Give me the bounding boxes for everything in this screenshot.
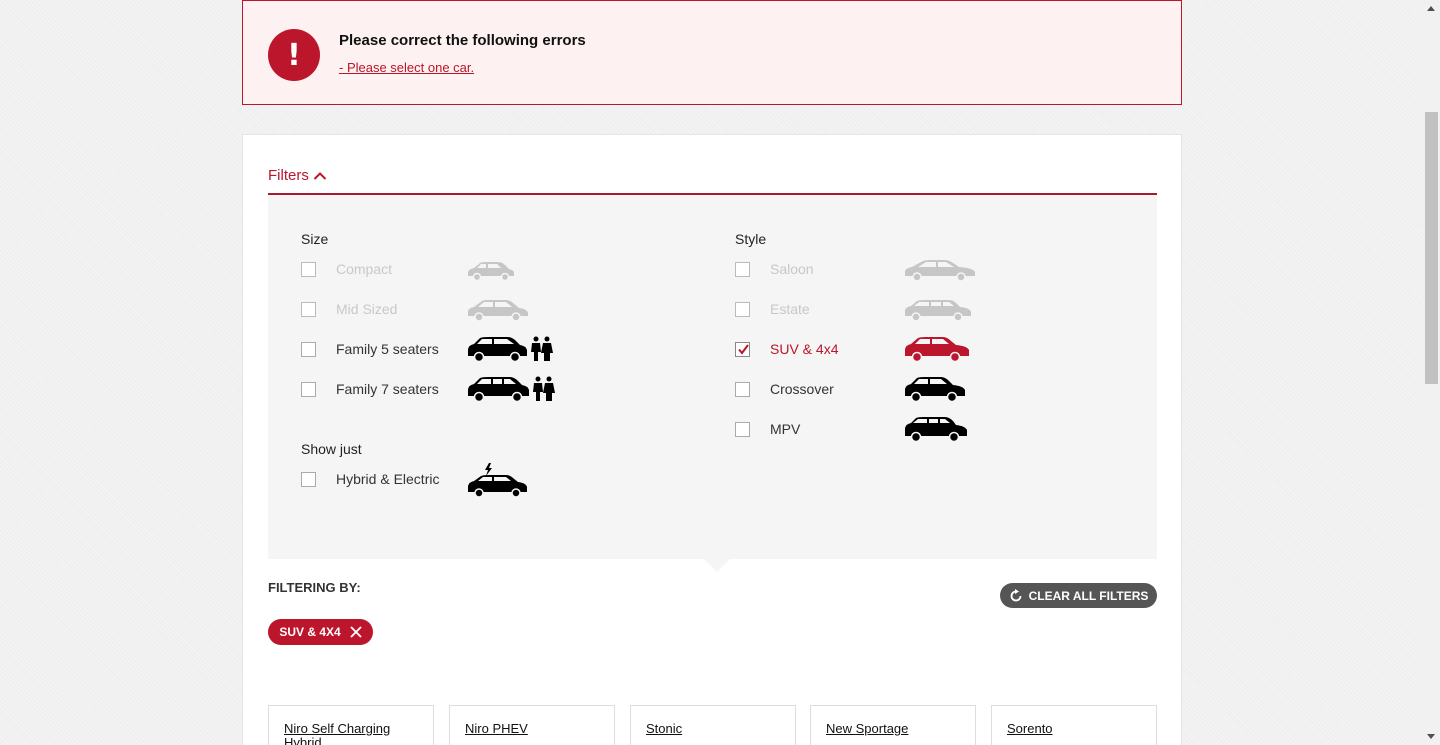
mpv-car-icon	[905, 417, 967, 443]
chevron-up-icon	[313, 171, 327, 180]
checkmark-icon	[738, 344, 749, 355]
chip-label: SUV & 4X4	[279, 625, 341, 639]
hybrid-electric-car-icon	[468, 463, 527, 498]
model-name-link[interactable]: New Sportage	[826, 722, 956, 736]
close-icon[interactable]	[350, 626, 362, 638]
option-label: Saloon	[770, 261, 814, 277]
filter-option-crossover[interactable]: Crossover	[735, 374, 1035, 404]
option-label: Compact	[336, 261, 393, 277]
filter-card: Filters Size Compact Mid Sized Family 5 …	[242, 134, 1182, 745]
filter-option-suv-4x4[interactable]: SUV & 4x4	[735, 334, 1035, 364]
error-message-link[interactable]: - Please select one car.	[339, 60, 474, 75]
option-label: Crossover	[770, 381, 834, 397]
filter-option-estate[interactable]: Estate	[735, 294, 1035, 324]
option-label: Family 7 seaters	[336, 381, 439, 397]
option-label: Mid Sized	[336, 301, 398, 317]
panel-pointer	[704, 559, 730, 572]
checkbox-checked[interactable]	[735, 342, 750, 357]
option-label: MPV	[770, 421, 801, 437]
checkbox[interactable]	[301, 382, 316, 397]
clear-all-filters-button[interactable]: CLEAR ALL FILTERS	[1000, 583, 1157, 608]
filter-option-mpv[interactable]: MPV	[735, 414, 1035, 444]
checkbox[interactable]	[735, 422, 750, 437]
filter-option-saloon[interactable]: Saloon	[735, 254, 1035, 284]
family-7-seater-icon	[468, 376, 555, 403]
checkbox[interactable]	[301, 342, 316, 357]
option-label: Family 5 seaters	[336, 341, 439, 357]
model-name-link[interactable]: Stonic	[646, 722, 776, 736]
refresh-icon	[1010, 588, 1022, 601]
checkbox[interactable]	[735, 302, 750, 317]
model-card-niro-phev[interactable]: Niro PHEV	[449, 705, 615, 745]
style-title: Style	[735, 231, 767, 247]
checkbox[interactable]	[301, 262, 316, 277]
filters-panel: Size Compact Mid Sized Family 5 seaters …	[268, 195, 1157, 559]
model-name-link[interactable]: Niro PHEV	[465, 722, 595, 736]
family-5-seater-icon	[468, 336, 553, 363]
checkbox[interactable]	[735, 262, 750, 277]
filtering-by-label: FILTERING BY:	[268, 580, 361, 595]
option-label: SUV & 4x4	[770, 341, 839, 357]
filter-option-hybrid-electric[interactable]: Hybrid & Electric	[301, 463, 601, 498]
filter-option-compact[interactable]: Compact	[301, 254, 601, 284]
size-title: Size	[301, 231, 329, 247]
checkbox[interactable]	[301, 472, 316, 487]
active-filter-chip[interactable]: SUV & 4X4	[268, 619, 373, 645]
filters-toggle-label: Filters	[268, 167, 309, 184]
filters-toggle[interactable]: Filters	[268, 167, 327, 184]
estate-car-icon	[905, 300, 971, 322]
model-card-stonic[interactable]: Stonic	[630, 705, 796, 745]
filter-option-family-5-seaters[interactable]: Family 5 seaters	[301, 334, 601, 364]
model-name-link[interactable]: Niro Self Charging Hybrid	[284, 722, 414, 745]
vertical-scrollbar[interactable]	[1423, 0, 1440, 745]
clear-all-filters-label: CLEAR ALL FILTERS	[1028, 588, 1149, 603]
option-label: Estate	[770, 301, 810, 317]
filter-option-family-7-seaters[interactable]: Family 7 seaters	[301, 374, 601, 404]
error-banner: ! Please correct the following errors - …	[242, 0, 1182, 105]
mid-sized-car-icon	[468, 300, 528, 322]
scroll-up-arrow-icon[interactable]	[1427, 6, 1435, 11]
scroll-down-arrow-icon[interactable]	[1427, 734, 1435, 739]
error-title: Please correct the following errors	[339, 32, 586, 49]
exclamation-icon: !	[268, 29, 320, 81]
compact-car-icon	[468, 262, 514, 282]
crossover-car-icon	[905, 377, 965, 403]
model-card-new-sportage[interactable]: New Sportage	[810, 705, 976, 745]
checkbox[interactable]	[301, 302, 316, 317]
filter-option-mid-sized[interactable]: Mid Sized	[301, 294, 601, 324]
saloon-car-icon	[905, 260, 975, 282]
show-just-title: Show just	[301, 441, 362, 457]
checkbox[interactable]	[735, 382, 750, 397]
model-card-niro-self-charging-hybrid[interactable]: Niro Self Charging Hybrid	[268, 705, 434, 745]
model-card-sorento[interactable]: Sorento	[991, 705, 1157, 745]
scrollbar-thumb[interactable]	[1425, 112, 1438, 384]
option-label: Hybrid & Electric	[336, 471, 440, 487]
suv-car-icon	[905, 337, 969, 363]
model-name-link[interactable]: Sorento	[1007, 722, 1137, 736]
